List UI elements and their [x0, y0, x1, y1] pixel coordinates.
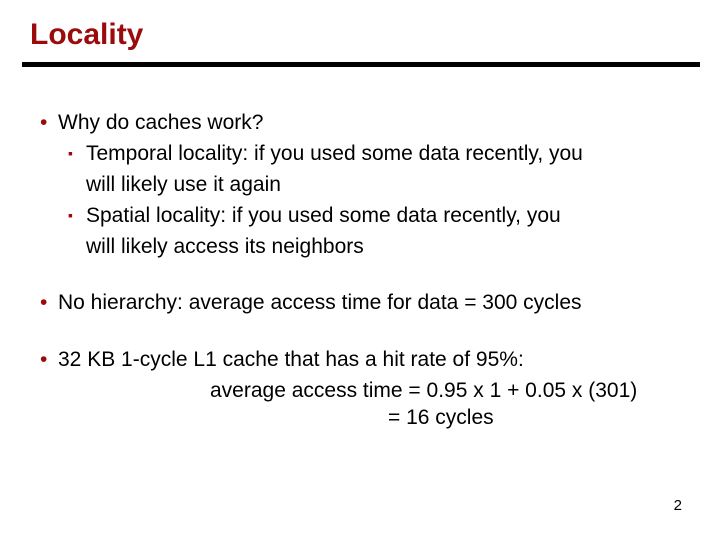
slide-title: Locality — [30, 18, 143, 52]
bullet-2: •No hierarchy: average access time for d… — [40, 290, 680, 317]
bullet-square-icon: ▪ — [68, 207, 86, 225]
bullet-1a-cont-text: will likely use it again — [86, 173, 281, 196]
bullet-1b-cont-text: will likely access its neighbors — [86, 235, 364, 258]
bullet-1b-cont: will likely access its neighbors — [40, 234, 680, 261]
page-number: 2 — [674, 497, 682, 514]
calc-line-1-text: average access time = 0.95 x 1 + 0.05 x … — [210, 379, 637, 402]
slide: Locality •Why do caches work? ▪Temporal … — [0, 0, 720, 540]
bullet-1b: ▪Spatial locality: if you used some data… — [40, 203, 680, 230]
bullet-3: •32 KB 1-cycle L1 cache that has a hit r… — [40, 347, 680, 374]
title-underline — [22, 62, 700, 67]
bullet-dot-icon: • — [40, 290, 58, 317]
bullet-3-calc2: = 16 cycles — [40, 405, 680, 432]
bullet-dot-icon: • — [40, 347, 58, 374]
bullet-3-text: 32 KB 1-cycle L1 cache that has a hit ra… — [58, 348, 524, 371]
calc-line-2-text: = 16 cycles — [388, 406, 494, 429]
bullet-1-text: Why do caches work? — [58, 111, 263, 134]
bullet-1a-cont: will likely use it again — [40, 172, 680, 199]
bullet-1a-text: Temporal locality: if you used some data… — [86, 142, 583, 165]
bullet-1: •Why do caches work? — [40, 110, 680, 137]
bullet-2-text: No hierarchy: average access time for da… — [58, 291, 582, 314]
bullet-1a: ▪Temporal locality: if you used some dat… — [40, 141, 680, 168]
bullet-dot-icon: • — [40, 110, 58, 137]
bullet-square-icon: ▪ — [68, 145, 86, 163]
bullet-1b-text: Spatial locality: if you used some data … — [86, 204, 561, 227]
bullet-3-calc1: average access time = 0.95 x 1 + 0.05 x … — [40, 378, 680, 405]
slide-content: •Why do caches work? ▪Temporal locality:… — [40, 110, 680, 432]
